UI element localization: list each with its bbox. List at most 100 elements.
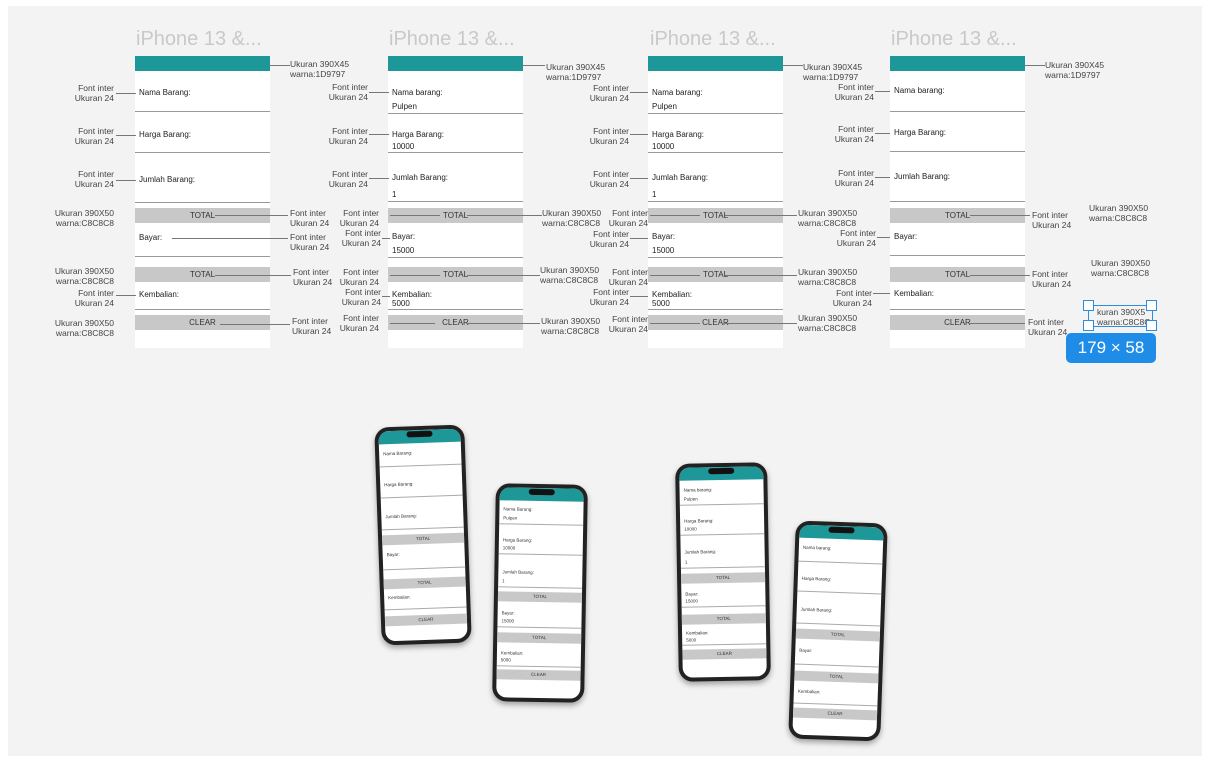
divider (498, 553, 583, 556)
total-button-2: TOTAL (681, 613, 766, 625)
frame-title-3[interactable]: iPhone 13 &... (650, 28, 776, 51)
notch (828, 526, 855, 534)
divider (499, 523, 584, 526)
divider (682, 643, 767, 646)
frame-1[interactable]: Nama Barang: Harga Barang: Jumlah Barang… (135, 56, 270, 348)
divider (497, 626, 582, 629)
phone-mockup-1[interactable]: Nama Barang: Harga Barang: Jumlah Barang… (374, 424, 472, 646)
divider (648, 257, 783, 258)
clear-button: CLEAR (682, 648, 767, 660)
annotation-button: Ukuran 390X50 warna:C8C8C8 (1091, 258, 1151, 278)
divider (890, 255, 1025, 256)
harga-label: Harga Barang: (801, 575, 832, 582)
bayar-label: Bayar: (685, 591, 699, 597)
nama-label: Nama barang: (894, 86, 945, 95)
nama-value: Pulpen (683, 496, 698, 502)
selection-box[interactable] (1088, 305, 1153, 327)
jumlah-label: Jumlah Barang: (502, 569, 534, 575)
nama-value: Pulpen (503, 515, 518, 521)
divider (794, 663, 879, 668)
jumlah-label: Jumlah Barang: (652, 173, 709, 182)
bayar-label: Bayar: (501, 610, 515, 616)
kembalian-label: Kembalian: (797, 688, 821, 695)
annotation-connector (970, 323, 1025, 324)
header-bar (388, 56, 523, 71)
bayar-label: Bayar: (386, 551, 400, 558)
jumlah-label: Jumlah Barang: (894, 172, 951, 181)
harga-value[interactable]: 10000 (392, 142, 414, 151)
nama-label: Nama Barang: (139, 88, 191, 97)
jumlah-value[interactable]: 1 (652, 190, 656, 199)
annotation-connector (467, 275, 540, 276)
harga-value[interactable]: 10000 (652, 142, 674, 151)
divider (380, 494, 463, 499)
resize-handle-bottom-left[interactable] (1083, 320, 1094, 331)
divider (135, 152, 270, 153)
kembalian-value[interactable]: 5000 (392, 299, 410, 308)
harga-value: 10000 (502, 545, 516, 551)
kembalian-label: Kembalian: (894, 289, 935, 298)
jumlah-value[interactable]: 1 (392, 190, 396, 199)
divider (798, 560, 883, 565)
annotation-button: Ukuran 390X50 warna:C8C8C8 (540, 265, 600, 285)
annotation-font: Font inter Ukuran 24 (589, 83, 629, 103)
kembalian-label: Kembalian: (500, 650, 524, 656)
frame-title-1[interactable]: iPhone 13 &... (136, 28, 262, 51)
annotation-connector (877, 237, 890, 238)
frame-3[interactable]: Nama barang: Pulpen Harga Barang: 10000 … (648, 56, 783, 348)
resize-handle-top-left[interactable] (1083, 300, 1094, 311)
annotation-font: Font inter Ukuran 24 (339, 267, 379, 287)
annotation-font: Font inter Ukuran 24 (74, 288, 114, 308)
phone-mockup-3[interactable]: Nama barang: Pulpen Harga Barang: 10000 … (675, 462, 771, 682)
nama-value[interactable]: Pulpen (652, 102, 677, 111)
annotation-font: Font inter Ukuran 24 (328, 126, 368, 146)
annotation-connector (725, 215, 797, 216)
phone-mockup-4[interactable]: Nama barang: Harga Barang: Jumlah Barang… (788, 520, 888, 742)
annotation-connector (650, 215, 700, 216)
nama-label: Nama Barang: (503, 506, 533, 512)
bayar-value[interactable]: 15000 (652, 246, 674, 255)
frame-2[interactable]: Nama barang: Pulpen Harga Barang: 10000 … (388, 56, 523, 348)
total-button: TOTAL (681, 572, 766, 584)
annotation-font: Font inter Ukuran 24 (1028, 317, 1068, 337)
bayar-value[interactable]: 15000 (392, 246, 414, 255)
frame-title-2[interactable]: iPhone 13 &... (389, 28, 515, 51)
annotation-connector (650, 275, 700, 276)
divider (498, 586, 583, 589)
jumlah-label: Jumlah Barang: (385, 513, 417, 520)
notch (406, 430, 433, 438)
annotation-font: Font inter Ukuran 24 (339, 208, 379, 228)
phone-mockup-2[interactable]: Nama Barang: Pulpen Harga Barang: 10000 … (492, 483, 588, 703)
divider (797, 590, 882, 595)
frame-4[interactable]: Nama barang: Harga Barang: Jumlah Barang… (890, 56, 1025, 348)
resize-handle-bottom-right[interactable] (1146, 320, 1157, 331)
clear-button[interactable]: CLEAR (135, 315, 270, 330)
annotation-connector (369, 92, 389, 93)
annotation-connector (1025, 65, 1045, 66)
harga-label: Harga Barang: (502, 537, 533, 543)
total-button: TOTAL (795, 628, 881, 642)
nama-value[interactable]: Pulpen (392, 102, 417, 111)
annotation-font: Font inter Ukuran 24 (74, 83, 114, 103)
kembalian-value[interactable]: 5000 (652, 299, 670, 308)
annotation-connector (382, 238, 390, 239)
annotation-connector (970, 275, 1030, 276)
annotation-connector (220, 324, 290, 325)
annotation-connector (630, 92, 648, 93)
annotation-connector (783, 65, 803, 66)
annotation-connector (390, 275, 440, 276)
divider (679, 503, 764, 506)
resize-handle-top-right[interactable] (1146, 300, 1157, 311)
annotation-font: Font inter Ukuran 24 (74, 169, 114, 189)
frame-title-4[interactable]: iPhone 13 &... (891, 28, 1017, 51)
annotation-font: Font inter Ukuran 24 (834, 82, 874, 102)
annotation-font: Font inter Ukuran 24 (832, 288, 872, 308)
phone-screen: Nama barang: Harga Barang: Jumlah Barang… (792, 524, 884, 738)
divider (135, 309, 270, 310)
selection-size-badge: 179 × 58 (1066, 333, 1156, 363)
annotation-button: Ukuran 390X50 warna:C8C8C8 (54, 266, 114, 286)
annotation-connector (875, 91, 890, 92)
clear-button: CLEAR (496, 669, 581, 681)
total-button: TOTAL (497, 591, 583, 603)
annotation-font: Font inter Ukuran 24 (341, 228, 381, 248)
